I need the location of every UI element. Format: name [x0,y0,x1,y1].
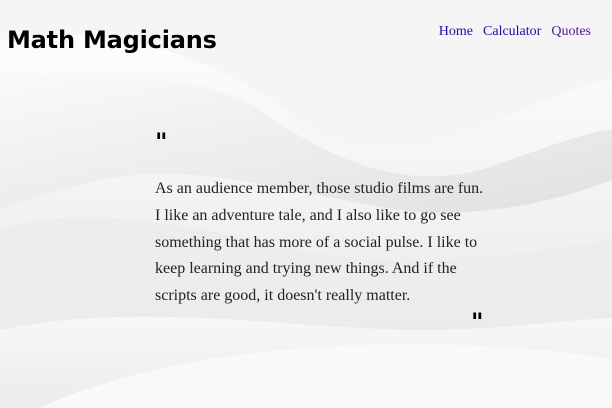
nav-link-home[interactable]: Home [439,24,473,40]
open-quote-mark: " [155,128,168,156]
header: Math Magicians Home Calculator Quotes [0,0,612,70]
app-title: Math Magicians [7,26,217,54]
close-quote-mark: " [471,308,484,336]
nav-link-quotes[interactable]: Quotes [551,24,591,40]
main-nav: Home Calculator Quotes [439,24,591,40]
quote-text: As an audience member, those studio film… [155,180,484,305]
nav-link-calculator[interactable]: Calculator [483,24,541,40]
